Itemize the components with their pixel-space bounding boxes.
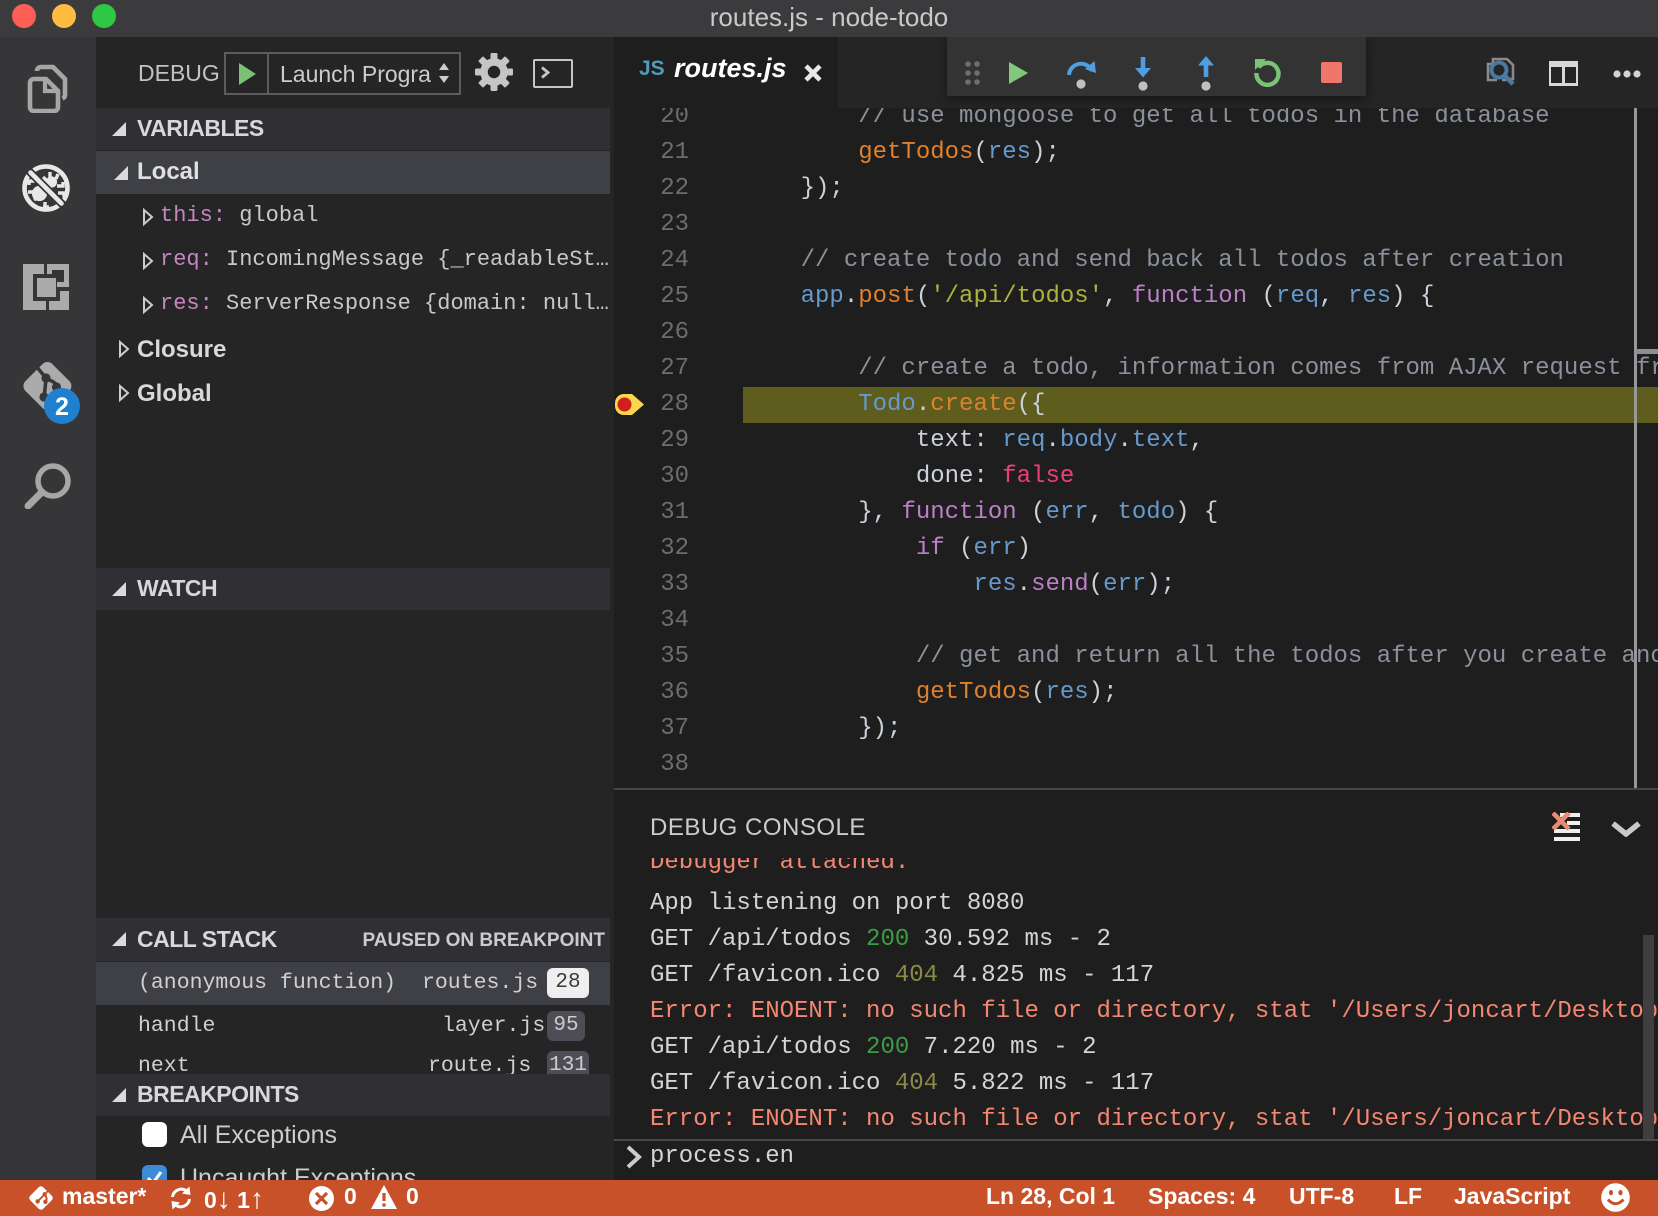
svg-text:2: 2 xyxy=(55,393,69,421)
